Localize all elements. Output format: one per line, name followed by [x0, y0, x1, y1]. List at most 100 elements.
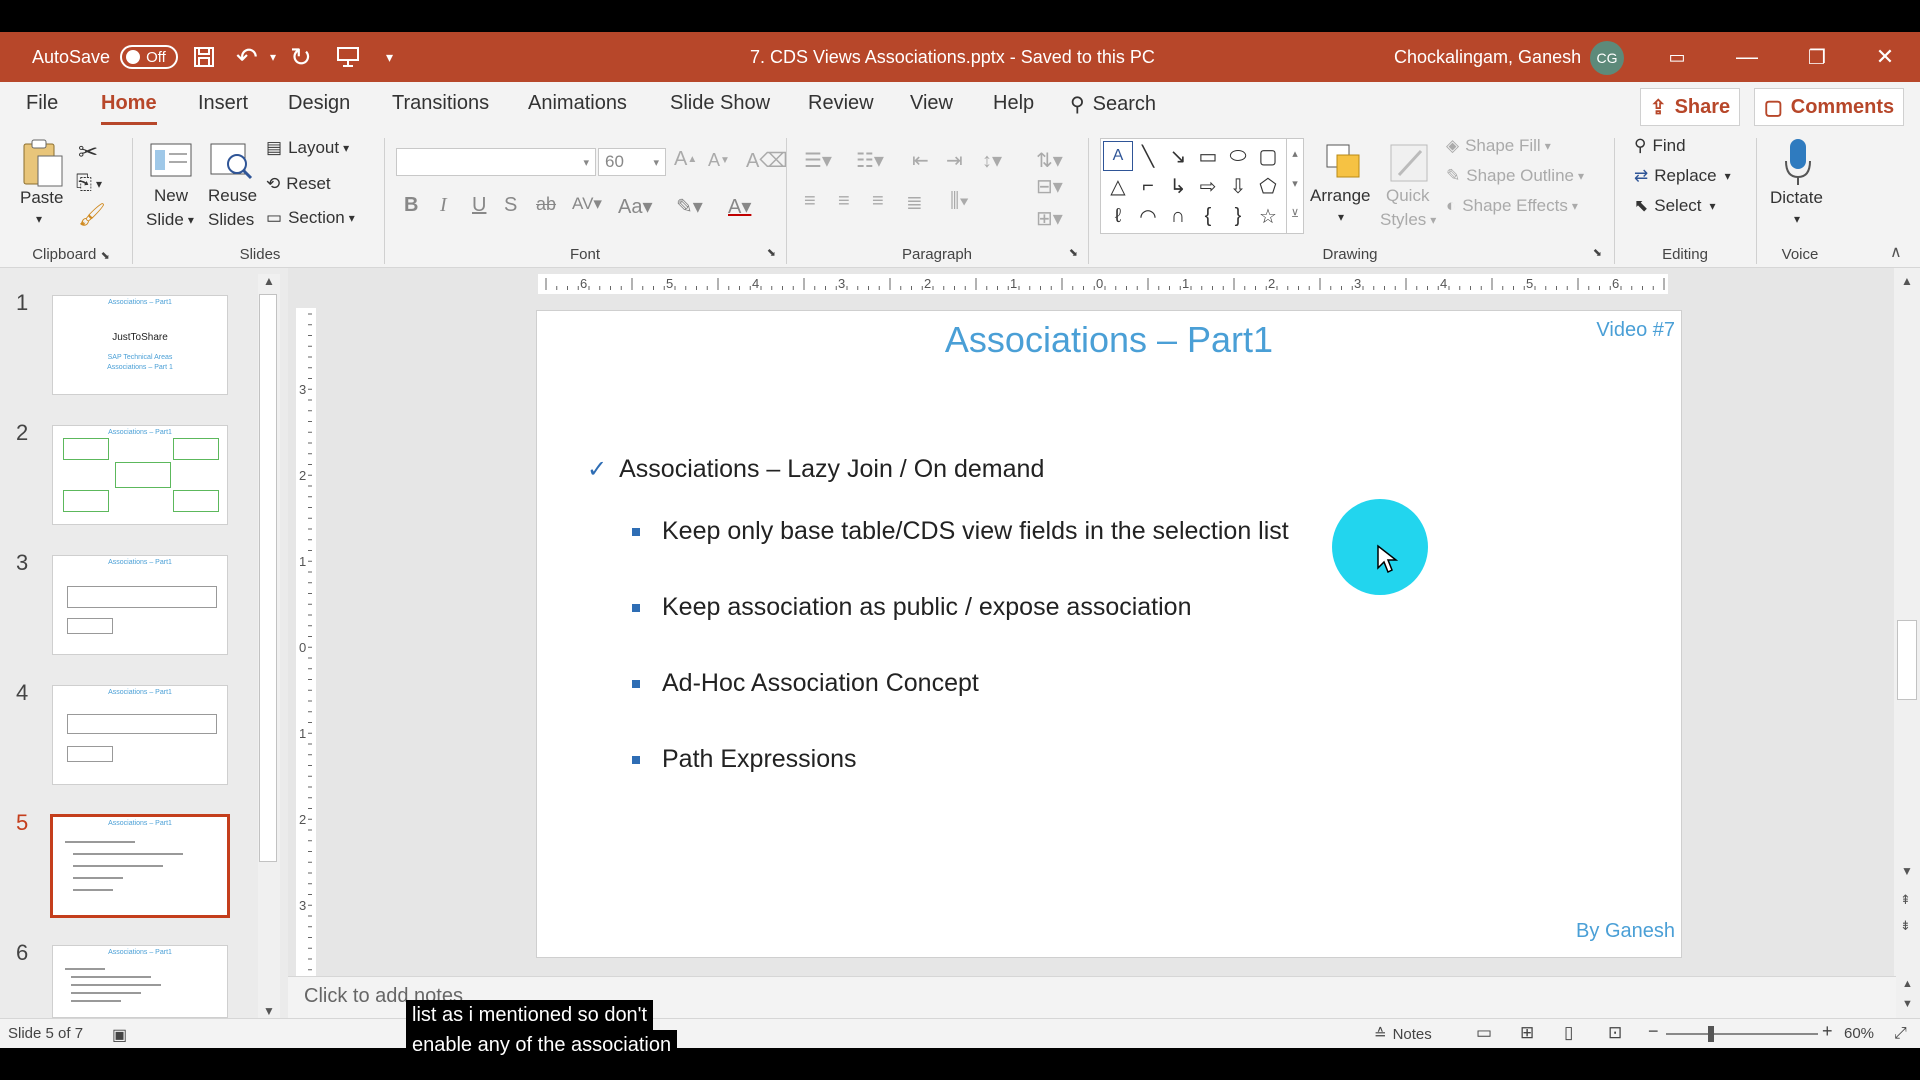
shape-fill-button[interactable]: ◈ Shape Fill ▾	[1446, 136, 1551, 156]
font-name-box[interactable]: ▾	[396, 148, 596, 176]
find-button[interactable]: ⚲ Find	[1634, 136, 1686, 156]
notes-scrollbar[interactable]: ▲ ▼	[1896, 976, 1920, 1018]
paste-button[interactable]: Paste	[20, 188, 63, 208]
slide-counter[interactable]: Slide 5 of 7	[8, 1025, 83, 1042]
shadow-icon[interactable]: S	[504, 194, 517, 217]
arrange-dropdown-icon[interactable]: ▾	[1338, 210, 1344, 224]
text-direction-icon[interactable]: ⇅▾	[1036, 148, 1063, 173]
change-case-icon[interactable]: Aa▾	[618, 194, 653, 219]
increase-indent-icon[interactable]: ⇥	[946, 148, 963, 173]
italic-icon[interactable]: I	[440, 194, 447, 217]
restore-icon[interactable]: ❐	[1782, 32, 1852, 82]
normal-view-icon[interactable]: ▭	[1476, 1023, 1492, 1043]
list-item[interactable]: Path Expressions	[632, 745, 857, 774]
align-left-icon[interactable]: ≡	[804, 190, 816, 213]
list-item[interactable]: Keep only base table/CDS view fields in …	[632, 517, 1289, 546]
search-box[interactable]: ⚲ Search	[1070, 92, 1156, 117]
section-button[interactable]: ▭ Section ▾	[266, 208, 355, 228]
fit-to-window-icon[interactable]: ⤢	[1894, 1025, 1907, 1043]
share-button[interactable]: ⇪ Share	[1640, 88, 1740, 126]
reuse-slides-button[interactable]: Slides	[208, 210, 254, 230]
font-color-icon[interactable]: A▾	[728, 194, 751, 219]
list-item[interactable]: Keep association as public / expose asso…	[632, 593, 1192, 622]
ribbon-display-options-icon[interactable]: ▭	[1642, 32, 1712, 82]
save-icon[interactable]	[192, 32, 216, 82]
reuse-slides-label[interactable]: Reuse	[208, 186, 257, 206]
shape-effects-button[interactable]: ◐ Shape Effects ▾	[1446, 196, 1578, 216]
reuse-slides-icon[interactable]	[208, 138, 254, 182]
quick-styles-icon[interactable]	[1384, 138, 1434, 188]
shape-outline-button[interactable]: ✎ Shape Outline ▾	[1446, 166, 1584, 186]
tab-view[interactable]: View	[910, 92, 953, 115]
slide-thumbnail-1[interactable]: Associations – Part1 JustToShare SAP Tec…	[52, 295, 228, 395]
slide-thumbnail-3[interactable]: Associations – Part1	[52, 555, 228, 655]
slide-thumbnail-5[interactable]: Associations – Part1	[50, 814, 230, 918]
tab-transitions[interactable]: Transitions	[392, 92, 489, 115]
bullets-icon[interactable]: ☰▾	[804, 148, 832, 173]
layout-button[interactable]: ▤ Layout ▾	[266, 138, 349, 158]
clear-formatting-icon[interactable]: A⌫	[746, 148, 788, 173]
shapes-gallery-scroll[interactable]: ▴ ▾ ⊻	[1286, 138, 1304, 234]
replace-button[interactable]: ⇄ Replace ▾	[1634, 166, 1731, 186]
customize-toolbar-icon[interactable]: ▾	[386, 32, 393, 82]
video-number[interactable]: Video #7	[1596, 319, 1675, 342]
dictate-button[interactable]: Dictate	[1770, 188, 1823, 208]
autosave-toggle[interactable]: Off	[120, 45, 179, 69]
undo-icon[interactable]: ↶	[236, 32, 258, 82]
slide-thumbnail-2[interactable]: Associations – Part1	[52, 425, 228, 525]
tab-insert[interactable]: Insert	[198, 92, 248, 115]
slide-sorter-icon[interactable]: ⊞	[1520, 1023, 1534, 1043]
accessibility-icon[interactable]: ▣	[112, 1025, 127, 1045]
tab-help[interactable]: Help	[993, 92, 1034, 115]
start-slideshow-icon[interactable]	[336, 32, 360, 82]
zoom-level[interactable]: 60%	[1844, 1025, 1874, 1042]
format-painter-icon[interactable]: 🖌	[78, 202, 106, 228]
highlight-icon[interactable]: ✎▾	[676, 194, 703, 219]
collapse-ribbon-icon[interactable]: ∧	[1890, 242, 1902, 262]
reset-button[interactable]: ⟲ Reset	[266, 174, 331, 194]
bold-icon[interactable]: B	[404, 194, 418, 217]
editor-scrollbar[interactable]: ▲ ▼ ⇞ ⇟	[1894, 268, 1920, 976]
microphone-icon[interactable]	[1776, 136, 1820, 188]
copy-icon[interactable]: ⎘ ▾	[76, 172, 102, 195]
zoom-slider[interactable]	[1666, 1026, 1818, 1042]
avatar[interactable]: CG	[1590, 41, 1624, 75]
autosave-control[interactable]: AutoSave Off	[32, 32, 179, 82]
slide-title[interactable]: Associations – Part1	[537, 319, 1681, 361]
dictate-dropdown-icon[interactable]: ▾	[1794, 212, 1800, 226]
align-text-icon[interactable]: ⊟▾	[1036, 174, 1063, 199]
increase-font-size-icon[interactable]: A ▲	[674, 148, 697, 171]
vertical-ruler[interactable]: 3 2 1 0 1 2 3	[296, 308, 316, 988]
slide-thumbnail-6[interactable]: Associations – Part1	[52, 945, 228, 1018]
smartart-icon[interactable]: ⊞▾	[1036, 206, 1063, 231]
tab-file[interactable]: File	[26, 92, 58, 115]
new-slide-label[interactable]: New	[154, 186, 188, 206]
cut-icon[interactable]: ✂	[78, 138, 98, 167]
minimize-icon[interactable]: —	[1712, 32, 1782, 82]
underline-icon[interactable]: U	[472, 194, 486, 217]
align-right-icon[interactable]: ≡	[872, 190, 884, 213]
columns-icon[interactable]: ⫼▾	[950, 190, 969, 213]
slide-canvas[interactable]: Associations – Part1 Video #7 ✓ Associat…	[536, 310, 1682, 958]
paste-icon[interactable]	[18, 138, 66, 188]
paste-dropdown-icon[interactable]: ▾	[36, 212, 42, 226]
quick-styles-label[interactable]: Quick	[1386, 186, 1429, 206]
quick-styles-button[interactable]: Styles ▾	[1380, 210, 1436, 230]
strikethrough-icon[interactable]: ab	[536, 194, 556, 215]
comments-button[interactable]: ▢ Comments	[1754, 88, 1904, 126]
reading-view-icon[interactable]: ▯	[1564, 1023, 1573, 1043]
justify-icon[interactable]: ≣	[906, 190, 923, 215]
level1-bullet[interactable]: ✓ Associations – Lazy Join / On demand	[587, 455, 1044, 484]
decrease-indent-icon[interactable]: ⇤	[912, 148, 929, 173]
horizontal-ruler[interactable]: 6 5 4 3 2 1 0 1 2 3 4 5 6	[538, 274, 1668, 294]
list-item[interactable]: Ad-Hoc Association Concept	[632, 669, 979, 698]
align-center-icon[interactable]: ≡	[838, 190, 850, 213]
thumbnails-scrollbar[interactable]: ▲ ▼	[258, 274, 280, 1018]
numbering-icon[interactable]: ☷▾	[856, 148, 884, 173]
arrange-icon[interactable]	[1320, 138, 1370, 188]
zoom-out-icon[interactable]: −	[1648, 1021, 1659, 1042]
notes-button[interactable]: ≙ Notes	[1374, 1025, 1432, 1043]
close-icon[interactable]: ✕	[1850, 32, 1920, 82]
tab-review[interactable]: Review	[808, 92, 874, 115]
tab-animations[interactable]: Animations	[528, 92, 627, 115]
